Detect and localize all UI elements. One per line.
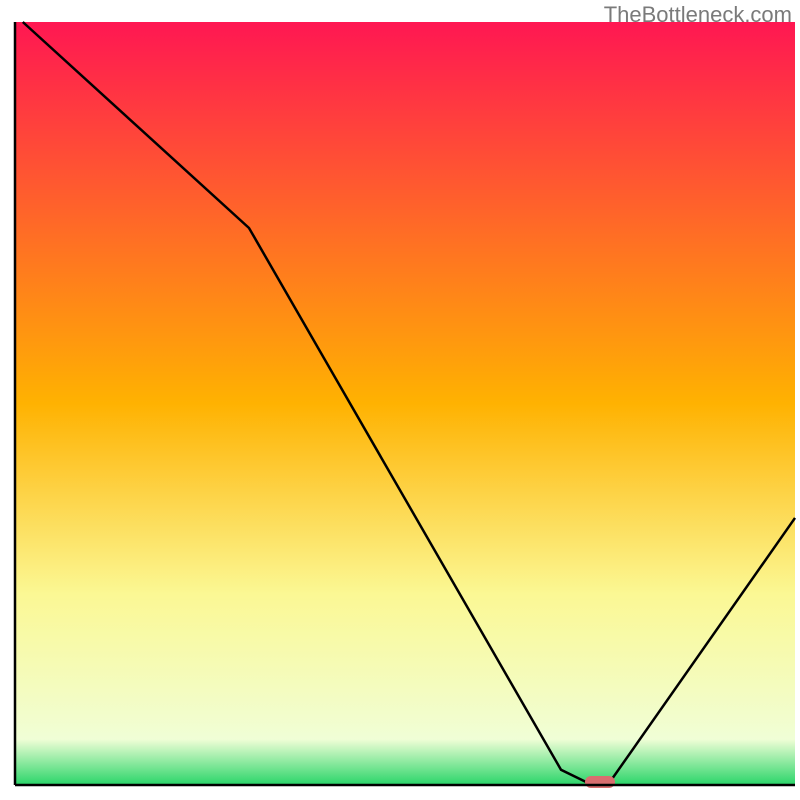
plot-background bbox=[15, 22, 795, 785]
bottleneck-chart: TheBottleneck.com bbox=[0, 0, 800, 800]
chart-svg bbox=[0, 0, 800, 800]
watermark-text: TheBottleneck.com bbox=[604, 2, 792, 28]
